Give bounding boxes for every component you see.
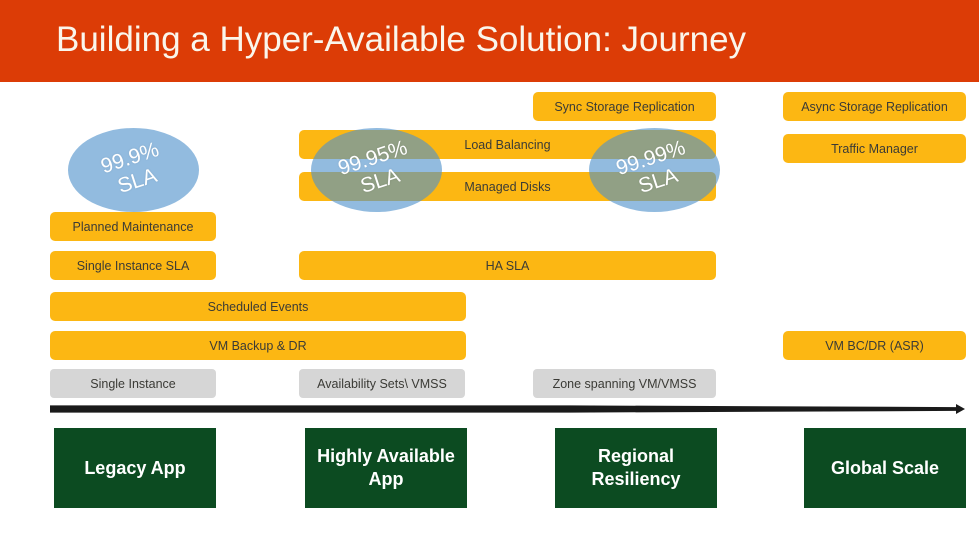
ellipse-sla-99-9-label: 99.9% SLA <box>97 137 162 199</box>
greenbox-regional-resiliency[interactable]: Regional Resiliency <box>555 428 717 508</box>
graybar-zone-spanning-vm-vmss[interactable]: Zone spanning VM/VMSS <box>533 369 716 398</box>
bar-traffic-manager[interactable]: Traffic Manager <box>783 134 966 163</box>
ellipse-sla-99-95: 99.95% SLA <box>311 128 442 212</box>
ellipse-sla-99-99-label: 99.99% SLA <box>613 136 689 199</box>
bar-ha-sla[interactable]: HA SLA <box>299 251 716 280</box>
graybar-availability-sets-vmss[interactable]: Availability Sets\ VMSS <box>299 369 465 398</box>
greenbox-legacy-app[interactable]: Legacy App <box>54 428 216 508</box>
bar-sync-storage-replication[interactable]: Sync Storage Replication <box>533 92 716 121</box>
bar-scheduled-events[interactable]: Scheduled Events <box>50 292 466 321</box>
arrow-shape <box>50 404 965 414</box>
ellipse-sla-99-95-label: 99.95% SLA <box>335 136 411 199</box>
graybar-single-instance[interactable]: Single Instance <box>50 369 216 398</box>
bar-single-instance-sla[interactable]: Single Instance SLA <box>50 251 216 280</box>
ellipse-sla-99-9: 99.9% SLA <box>68 128 199 212</box>
bar-async-storage-replication[interactable]: Async Storage Replication <box>783 92 966 121</box>
slide-canvas: Building a Hyper-Available Solution: Jou… <box>0 0 979 551</box>
page-title: Building a Hyper-Available Solution: Jou… <box>56 20 747 59</box>
maturity-progression-arrow <box>44 396 974 416</box>
bar-planned-maintenance[interactable]: Planned Maintenance <box>50 212 216 241</box>
bar-vm-backup-dr[interactable]: VM Backup & DR <box>50 331 466 360</box>
bar-vm-bcdr-asr[interactable]: VM BC/DR (ASR) <box>783 331 966 360</box>
arrow-svg <box>50 404 965 414</box>
greenbox-global-scale[interactable]: Global Scale <box>804 428 966 508</box>
ellipse-sla-99-99: 99.99% SLA <box>589 128 720 212</box>
greenbox-highly-available-app[interactable]: Highly Available App <box>305 428 467 508</box>
